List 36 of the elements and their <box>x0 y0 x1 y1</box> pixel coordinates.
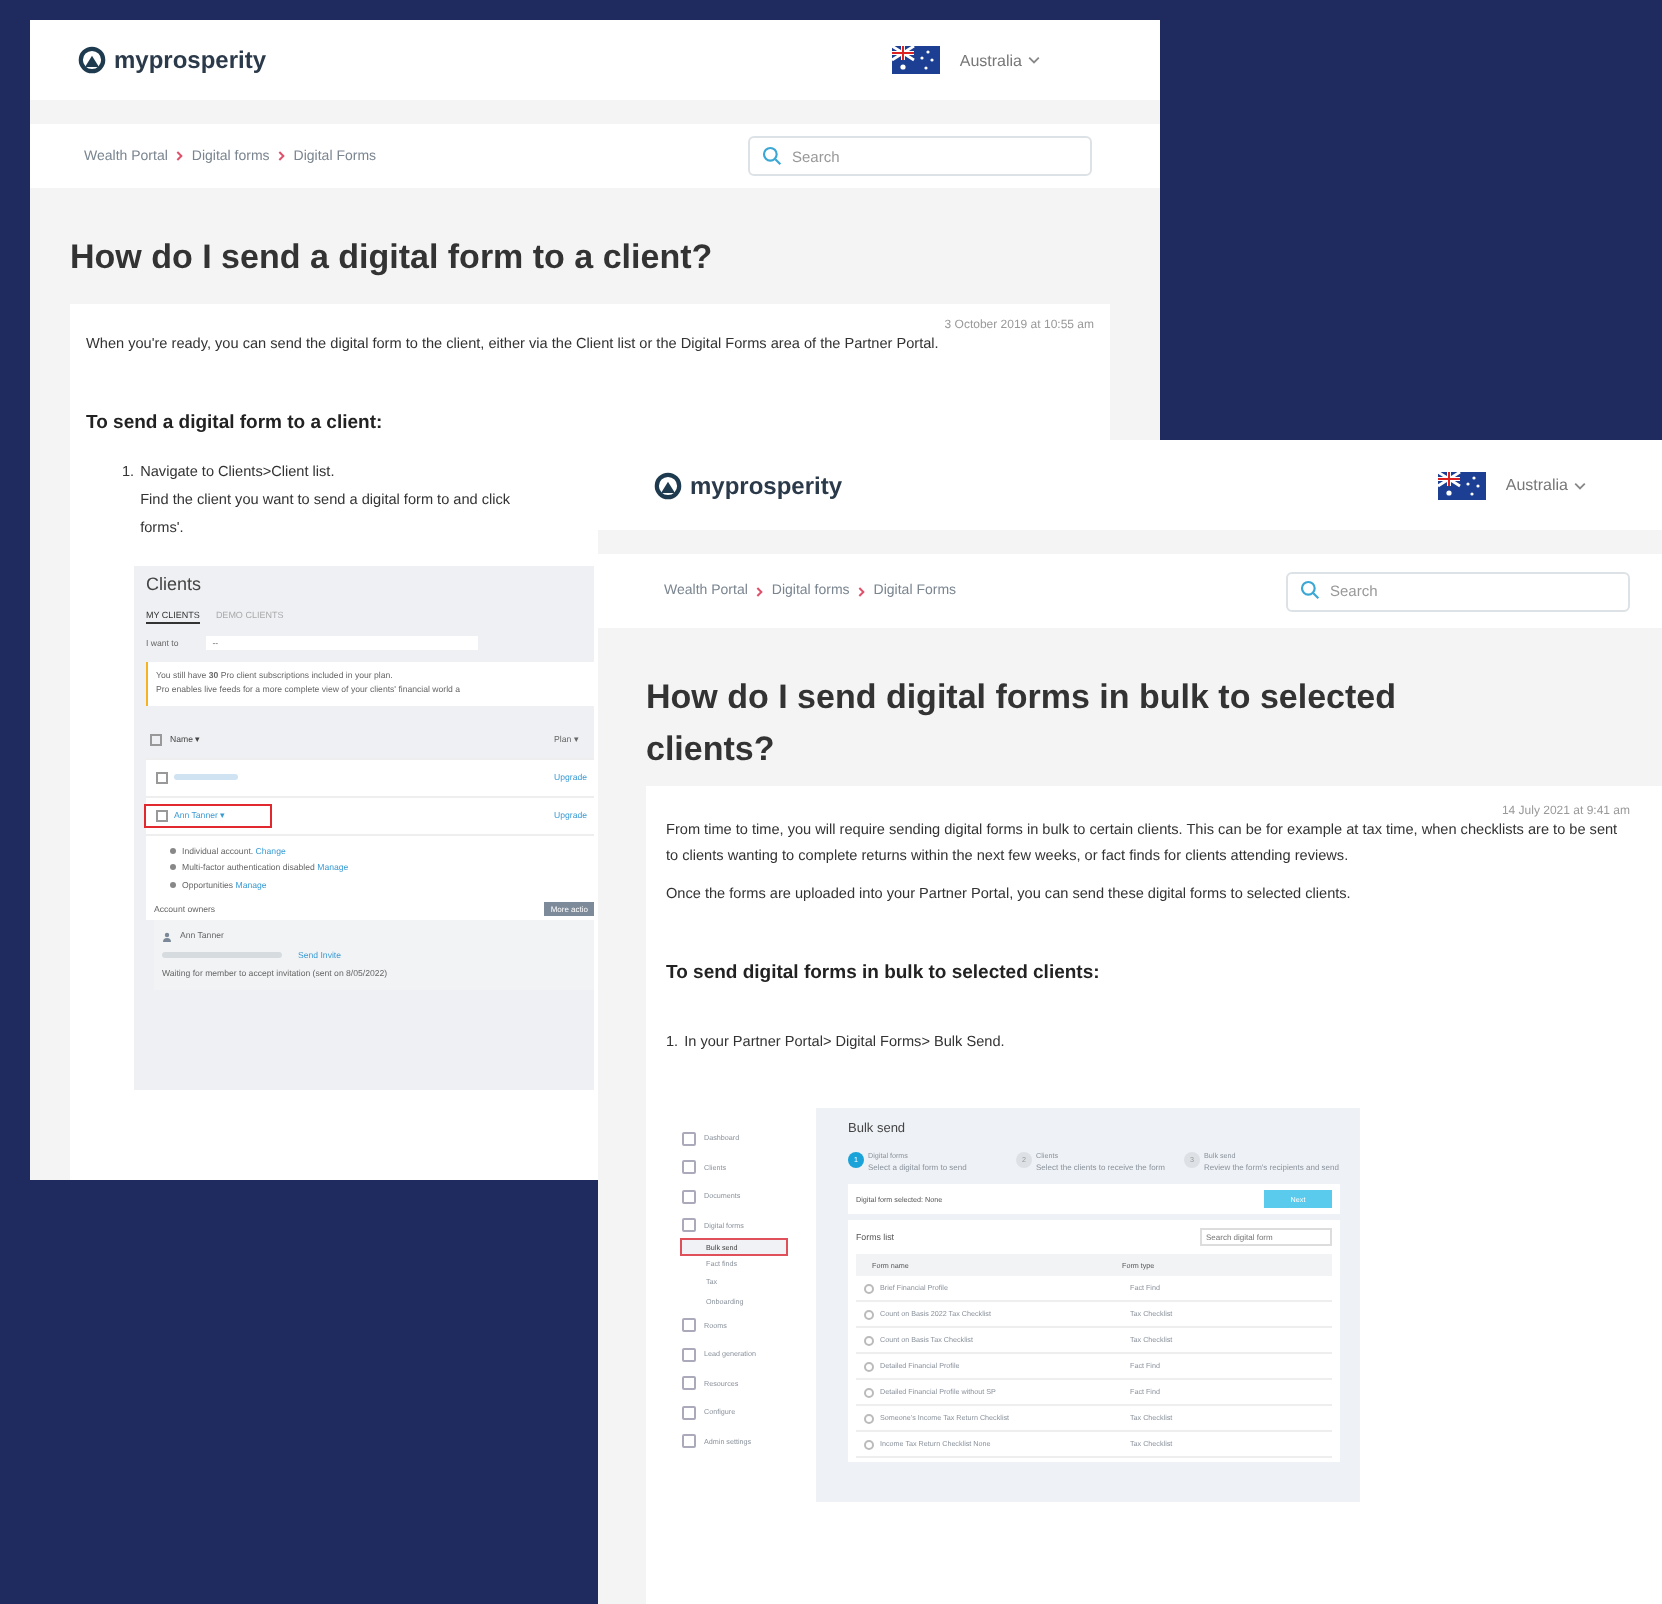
radio-button[interactable] <box>864 1361 874 1372</box>
info-icon <box>170 881 176 888</box>
flag-icon <box>1437 471 1486 499</box>
chevron-icon <box>277 150 286 162</box>
search-icon <box>762 145 782 166</box>
search-icon <box>1300 580 1320 601</box>
radio-button[interactable] <box>864 1387 874 1398</box>
flag-icon <box>891 46 940 74</box>
country-dropdown[interactable]: Australia <box>959 51 1040 69</box>
radio-button[interactable] <box>864 1335 874 1346</box>
logo-text: myprosperity <box>114 46 267 74</box>
blurred-name <box>174 774 238 781</box>
country-dropdown[interactable]: Australia <box>1505 476 1586 494</box>
checkbox[interactable] <box>156 771 168 784</box>
radio-button[interactable] <box>864 1309 874 1320</box>
chevron-icon <box>755 585 764 597</box>
radio-button[interactable] <box>864 1439 874 1450</box>
checkbox[interactable] <box>156 809 168 822</box>
checkbox[interactable] <box>150 733 162 746</box>
radio-button[interactable] <box>864 1283 874 1294</box>
article-title: How do I send digital forms in bulk to selected clients? <box>646 676 1398 771</box>
chevron-icon <box>1028 56 1040 64</box>
logo-text: myprosperity <box>690 471 843 499</box>
user-icon <box>162 931 172 942</box>
section-heading: To send digital forms in bulk to selected clients: <box>666 962 1102 985</box>
chevron-icon <box>1574 481 1586 489</box>
radio-button[interactable] <box>864 1413 874 1424</box>
logo-icon <box>78 46 106 74</box>
section-heading: To send a digital form to a client: <box>86 412 385 435</box>
chevron-icon <box>175 150 184 162</box>
info-icon <box>170 864 176 871</box>
logo-icon <box>654 471 682 499</box>
screen-title: Clients <box>146 573 204 594</box>
chevron-icon <box>857 585 866 597</box>
article-title: How do I send a digital form to a client? <box>70 236 715 280</box>
info-icon <box>170 847 176 854</box>
